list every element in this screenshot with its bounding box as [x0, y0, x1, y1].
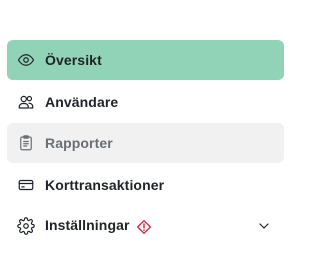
sidebar-item-rapporter[interactable]: Rapporter [7, 123, 284, 163]
sidebar-item-label: Korttransaktioner [45, 176, 165, 193]
sidebar-item-label: Översikt [45, 52, 102, 68]
sidebar-item-anvandare[interactable]: Användare [7, 82, 284, 122]
sidebar-item-korttransaktioner[interactable]: Korttransaktioner [7, 165, 284, 205]
sidebar-item-label: Inställningar [45, 217, 130, 234]
users-icon [17, 93, 35, 111]
sidebar-item-label: Användare [45, 93, 119, 110]
credit-card-icon [17, 176, 35, 194]
sidebar-item-label: Rapporter [45, 135, 113, 151]
sidebar-item-installningar[interactable]: Inställningar [7, 206, 284, 246]
warning-icon [136, 219, 152, 235]
gear-icon [17, 217, 35, 235]
sidebar-nav: Översikt Användare Rapporter Korttransak… [7, 40, 284, 248]
clipboard-icon [17, 134, 35, 152]
sidebar-item-oversikt[interactable]: Översikt [7, 40, 284, 80]
chevron-down-icon[interactable] [256, 218, 272, 234]
eye-icon [17, 51, 35, 69]
sidebar-item-label-wrap: Inställningar [45, 217, 152, 234]
